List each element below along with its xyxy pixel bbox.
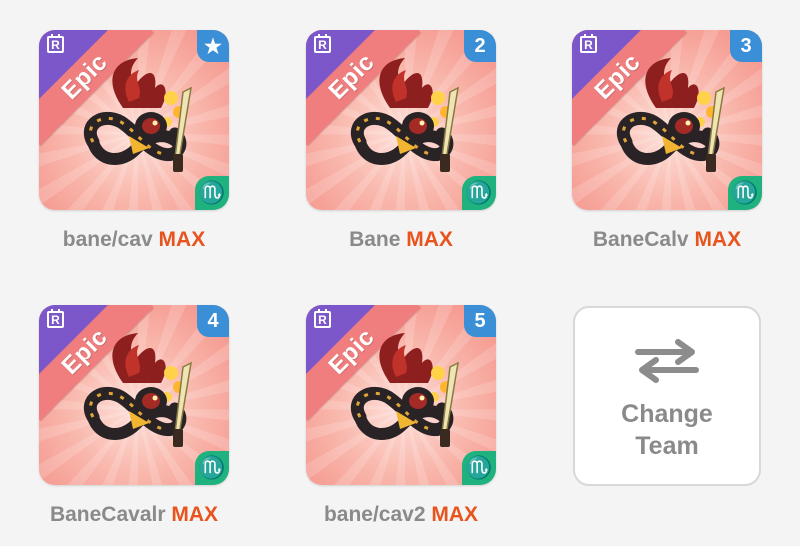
- max-level-tag: MAX: [694, 228, 742, 251]
- monster-name: BaneCavalr: [49, 503, 166, 526]
- monster-name-label: Bane MAX: [296, 228, 506, 252]
- calendar-r-icon: R: [314, 309, 331, 328]
- monster-portrait: [330, 50, 480, 200]
- change-team-button[interactable]: Change Team: [573, 306, 761, 486]
- change-team-label-line1: Change: [621, 400, 713, 428]
- monster-card[interactable]: Epic R 4 ♏: [39, 305, 229, 485]
- scorpio-element-icon: ♏: [195, 451, 229, 485]
- max-level-tag: MAX: [431, 503, 479, 526]
- swap-arrows-icon: [635, 339, 699, 383]
- monster-name: bane/cav2: [323, 503, 426, 526]
- scorpio-element-icon: ♏: [462, 176, 496, 210]
- scorpio-element-icon: ♏: [195, 176, 229, 210]
- calendar-r-icon: R: [47, 34, 64, 53]
- change-team-label-line2: Team: [635, 432, 699, 460]
- monster-name: BaneCalv: [592, 228, 689, 251]
- change-team-label: Change Team: [592, 398, 742, 462]
- monster-card[interactable]: Epic R ★ ♏: [39, 30, 229, 210]
- monster-name-label: BaneCalv MAX: [562, 228, 772, 252]
- max-level-tag: MAX: [171, 503, 219, 526]
- monster-name-label: BaneCavalr MAX: [29, 503, 239, 527]
- calendar-r-icon: R: [580, 34, 597, 53]
- calendar-r-icon: R: [47, 309, 64, 328]
- monster-name: bane/cav: [62, 228, 153, 251]
- monster-name-label: bane/cav2 MAX: [296, 503, 506, 527]
- monster-name: Bane: [349, 228, 401, 251]
- monster-portrait: [63, 325, 213, 475]
- monster-name-label: bane/cav MAX: [29, 228, 239, 252]
- max-level-tag: MAX: [406, 228, 453, 251]
- scorpio-element-icon: ♏: [728, 176, 762, 210]
- scorpio-element-icon: ♏: [462, 451, 496, 485]
- max-level-tag: MAX: [158, 228, 206, 251]
- monster-portrait: [330, 325, 480, 475]
- calendar-r-icon: R: [314, 34, 331, 53]
- monster-card[interactable]: Epic R 2 ♏: [306, 30, 496, 210]
- monster-portrait: [63, 50, 213, 200]
- monster-card[interactable]: Epic R 3 ♏: [572, 30, 762, 210]
- monster-portrait: [596, 50, 746, 200]
- monster-card[interactable]: Epic R 5 ♏: [306, 305, 496, 485]
